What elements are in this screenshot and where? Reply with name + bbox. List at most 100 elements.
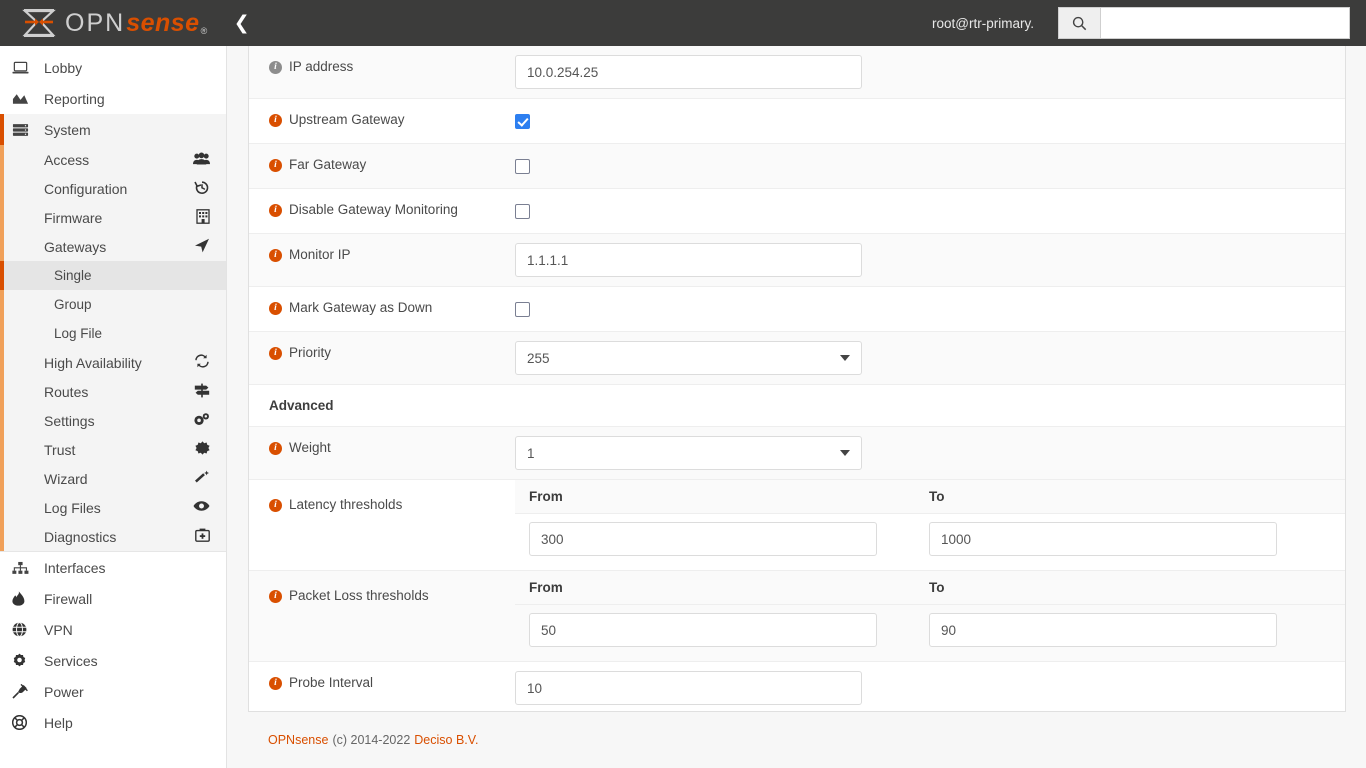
form-label-cell: i Disable Gateway Monitoring	[249, 189, 515, 230]
sidebar-item-gateways[interactable]: Gateways	[0, 232, 226, 261]
threshold-value-row	[515, 514, 1345, 570]
sidebar-item-power[interactable]: Power	[0, 676, 226, 707]
sidebar-item-single[interactable]: Single	[0, 261, 226, 290]
sidebar-item-help[interactable]: Help	[0, 707, 226, 738]
priority-select-wrapper: 255	[515, 341, 862, 375]
sidebar-item-configuration[interactable]: Configuration	[0, 174, 226, 203]
sidebar-item-vpn[interactable]: VPN	[0, 614, 226, 645]
form-row-upstream-gateway: i Upstream Gateway	[249, 99, 1345, 144]
sidebar-item-trust[interactable]: Trust	[0, 435, 226, 464]
sidebar-item-log-file[interactable]: Log File	[0, 319, 226, 348]
probe-interval-input[interactable]	[515, 671, 862, 705]
header-right-group: root@rtr-primary.	[932, 7, 1366, 39]
gateway-settings-form-panel: i IP address i Upstream Gateway i Far Ga…	[248, 46, 1346, 712]
sidebar-item-services[interactable]: Services	[0, 645, 226, 676]
monitor-ip-input[interactable]	[515, 243, 862, 277]
info-icon[interactable]: i	[269, 677, 282, 690]
info-icon[interactable]: i	[269, 159, 282, 172]
history-icon	[194, 180, 210, 198]
form-row-ip-address: i IP address	[249, 46, 1345, 99]
form-row-probe-interval: i Probe Interval	[249, 662, 1345, 711]
form-field-cell: 255	[515, 332, 1345, 384]
sidebar-item-label: Log File	[54, 326, 103, 341]
info-icon[interactable]: i	[269, 61, 282, 74]
cog-icon	[12, 653, 38, 668]
page-footer: OPNsense (c) 2014-2022 Deciso B.V.	[248, 712, 1346, 768]
chevron-down-icon[interactable]	[840, 450, 850, 456]
info-icon[interactable]: i	[269, 347, 282, 360]
info-icon[interactable]: i	[269, 590, 282, 603]
weight-select-wrapper: 1	[515, 436, 862, 470]
info-icon[interactable]: i	[269, 302, 282, 315]
sidebar-item-reporting[interactable]: Reporting	[0, 83, 226, 114]
packet-loss-to-input[interactable]	[929, 613, 1277, 647]
sidebar-item-wizard[interactable]: Wizard	[0, 464, 226, 493]
info-icon[interactable]: i	[269, 249, 282, 262]
sidebar-item-label: High Availability	[44, 354, 142, 371]
sidebar-item-settings[interactable]: Settings	[0, 406, 226, 435]
form-field-cell	[515, 287, 1345, 331]
field-label: Probe Interval	[289, 675, 374, 690]
info-icon[interactable]: i	[269, 114, 282, 127]
main-navigation-sidebar: Lobby Reporting System Access Configurat…	[0, 46, 227, 768]
threshold-header-row: From To	[515, 571, 1345, 605]
form-field-cell	[515, 662, 1345, 711]
ip-address-input[interactable]	[515, 55, 862, 89]
threshold-header-row: From To	[515, 480, 1345, 514]
form-row-packet-loss-thresholds: i Packet Loss thresholds From To	[249, 571, 1345, 662]
globe-icon	[12, 622, 38, 637]
info-icon[interactable]: i	[269, 499, 282, 512]
upstream-gateway-checkbox[interactable]	[515, 114, 530, 129]
sidebar-item-access[interactable]: Access	[0, 145, 226, 174]
footer-brand-link[interactable]: OPNsense	[268, 733, 328, 747]
latency-from-input[interactable]	[529, 522, 877, 556]
packet-loss-from-input[interactable]	[529, 613, 877, 647]
sidebar-item-high-availability[interactable]: High Availability	[0, 348, 226, 377]
form-field-cell	[515, 234, 1345, 286]
fire-icon	[12, 591, 38, 606]
sidebar-item-system[interactable]: System	[0, 114, 226, 145]
threshold-from-header: From	[529, 580, 563, 595]
sidebar-item-log-files[interactable]: Log Files	[0, 493, 226, 522]
lifering-icon	[12, 715, 38, 730]
disable-gateway-monitoring-checkbox[interactable]	[515, 204, 530, 219]
sidebar-item-label: Trust	[44, 441, 76, 458]
form-row-weight: i Weight 1	[249, 427, 1345, 480]
sidebar-item-lobby[interactable]: Lobby	[0, 52, 226, 83]
sidebar-bottom-group: Interfaces Firewall VPN Services Power H…	[0, 552, 226, 738]
sidebar-item-label: Power	[44, 683, 84, 700]
far-gateway-checkbox[interactable]	[515, 159, 530, 174]
form-row-disable-gateway-monitoring: i Disable Gateway Monitoring	[249, 189, 1345, 234]
sidebar-item-label: Access	[44, 151, 90, 168]
info-icon[interactable]: i	[269, 204, 282, 217]
system-submenu: Access Configuration Firmware Gateways S…	[0, 145, 226, 551]
info-icon[interactable]: i	[269, 442, 282, 455]
mark-gateway-as-down-checkbox[interactable]	[515, 302, 530, 317]
chevron-left-icon[interactable]: ❮	[234, 13, 250, 33]
footer-copyright: (c) 2014-2022	[332, 733, 411, 747]
search-icon[interactable]	[1058, 7, 1100, 39]
weight-select[interactable]: 1	[515, 436, 862, 470]
magic-wand-icon	[194, 470, 210, 488]
form-field-cell	[515, 189, 1345, 233]
opnsense-logo[interactable]: OPN sense ®	[22, 8, 208, 38]
sidebar-item-firmware[interactable]: Firmware	[0, 203, 226, 232]
search-input[interactable]	[1100, 7, 1350, 39]
form-row-priority: i Priority 255	[249, 332, 1345, 385]
threshold-to-cell	[915, 522, 1315, 556]
top-header-bar: OPN sense ® ❮ root@rtr-primary.	[0, 0, 1366, 46]
sidebar-item-group[interactable]: Group	[0, 290, 226, 319]
form-field-cell	[515, 99, 1345, 143]
chevron-down-icon[interactable]	[840, 355, 850, 361]
form-field-cell	[515, 46, 1345, 98]
priority-select[interactable]: 255	[515, 341, 862, 375]
latency-to-input[interactable]	[929, 522, 1277, 556]
footer-company-link[interactable]: Deciso B.V.	[414, 733, 478, 747]
sidebar-item-routes[interactable]: Routes	[0, 377, 226, 406]
sidebar-item-diagnostics[interactable]: Diagnostics	[0, 522, 226, 551]
sidebar-item-interfaces[interactable]: Interfaces	[0, 552, 226, 583]
form-row-monitor-ip: i Monitor IP	[249, 234, 1345, 287]
field-label: Weight	[289, 440, 331, 455]
sidebar-item-firewall[interactable]: Firewall	[0, 583, 226, 614]
weight-select-value: 1	[527, 445, 535, 461]
